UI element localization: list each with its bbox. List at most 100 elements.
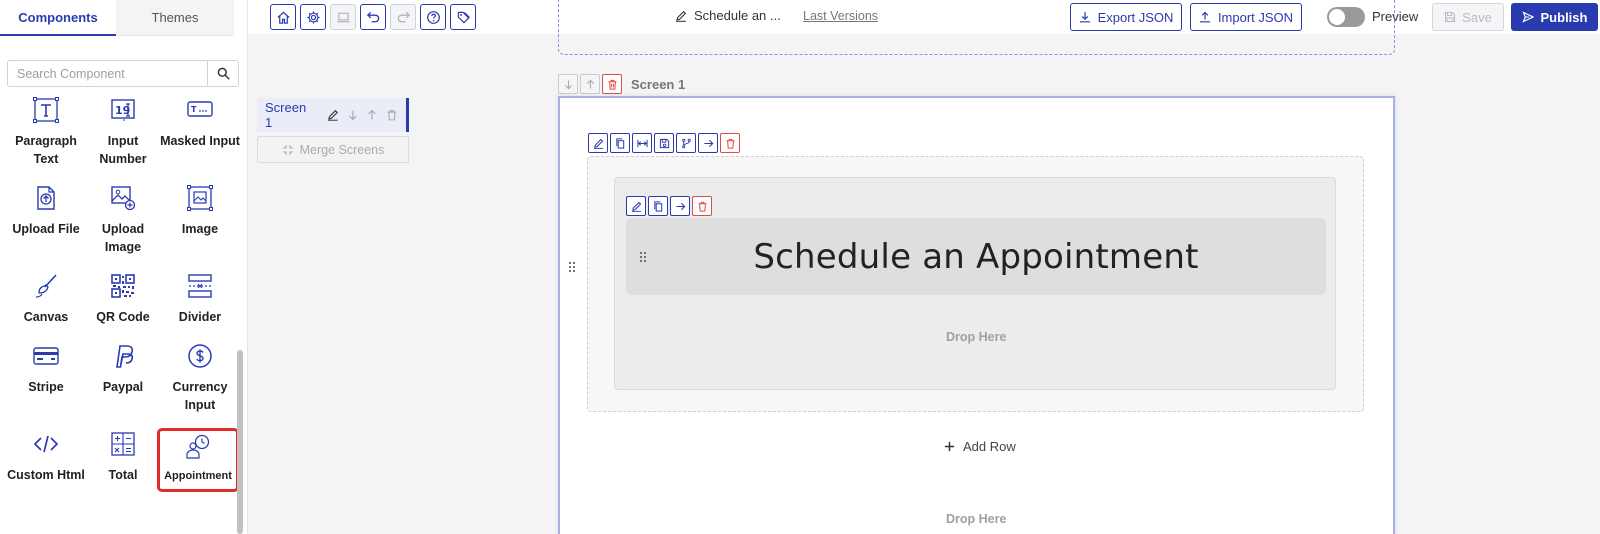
element-delete-button[interactable]	[692, 196, 712, 216]
component-qr-code[interactable]: QR Code	[83, 270, 163, 326]
component-label: Appointment	[164, 470, 232, 482]
heading-element[interactable]: Schedule an Appointment	[626, 218, 1326, 295]
number-input-icon: 19	[111, 99, 135, 121]
screen-move-up-button[interactable]	[580, 74, 600, 94]
trash-icon[interactable]	[386, 109, 398, 121]
redo-icon	[397, 11, 410, 22]
component-upload-image[interactable]: Upload Image	[83, 182, 163, 256]
component-stripe[interactable]: Stripe	[6, 340, 86, 396]
element-edit-button[interactable]	[626, 196, 646, 216]
copy-icon	[653, 200, 662, 212]
row-width-button[interactable]	[632, 133, 652, 153]
element-controls	[626, 196, 712, 216]
element-duplicate-button[interactable]	[648, 196, 668, 216]
help-button[interactable]	[420, 4, 446, 30]
arrow-right-icon	[703, 139, 713, 147]
publish-button[interactable]: Publish	[1511, 3, 1598, 31]
component-label: Paragraph Text	[15, 134, 77, 166]
row-drag-handle-icon[interactable]	[567, 260, 577, 274]
tag-button[interactable]	[450, 4, 476, 30]
component-upload-file[interactable]: Upload File	[6, 182, 86, 238]
element-move-button[interactable]	[670, 196, 690, 216]
edit-icon[interactable]	[327, 109, 339, 121]
add-row-button[interactable]: Add Row	[944, 439, 1016, 454]
component-total[interactable]: Total	[83, 428, 163, 484]
tag-icon	[457, 11, 470, 24]
device-preview-button[interactable]	[330, 4, 356, 30]
component-divider[interactable]: Divider	[160, 270, 240, 326]
heading-text: Schedule an Appointment	[753, 236, 1199, 277]
merge-screens-button[interactable]: Merge Screens	[257, 136, 409, 163]
drop-zone-column[interactable]: Drop Here	[946, 330, 1006, 344]
component-panel: Components Themes Paragraph Text 19 Inpu…	[0, 0, 248, 534]
screen-list-item[interactable]: Screen 1	[257, 98, 409, 132]
tab-themes[interactable]: Themes	[116, 0, 234, 36]
branch-icon	[681, 138, 691, 148]
component-label: Upload File	[12, 222, 80, 236]
screen-delete-button[interactable]	[602, 74, 622, 94]
component-label: Input Number	[99, 134, 147, 166]
arrow-up-icon	[586, 79, 594, 89]
component-masked-input[interactable]: T Masked Input	[160, 94, 240, 150]
row-edit-button[interactable]	[588, 133, 608, 153]
trash-icon	[607, 79, 617, 90]
paypal-icon	[116, 345, 134, 368]
row-duplicate-button[interactable]	[610, 133, 630, 153]
qr-code-icon	[111, 274, 135, 298]
arrow-right-icon	[675, 202, 685, 210]
component-appointment[interactable]: Appointment	[157, 428, 239, 492]
row-save-button[interactable]	[654, 133, 674, 153]
row-controls	[588, 133, 740, 153]
edit-icon	[631, 201, 641, 212]
component-currency-input[interactable]: Currency Input	[160, 340, 240, 414]
component-label: Masked Input	[160, 134, 240, 148]
edit-icon	[593, 138, 603, 149]
row-branch-button[interactable]	[676, 133, 696, 153]
row-move-button[interactable]	[698, 133, 718, 153]
save-icon	[659, 138, 669, 148]
search-component-input[interactable]	[7, 60, 207, 87]
component-label: Total	[108, 468, 138, 482]
save-label: Save	[1462, 9, 1492, 25]
search-button[interactable]	[207, 60, 239, 87]
drop-zone-screen[interactable]: Drop Here	[946, 512, 1006, 526]
panel-tabs: Components Themes	[0, 0, 234, 36]
credit-card-icon	[33, 347, 59, 365]
element-drag-handle-icon[interactable]	[638, 250, 648, 264]
home-button[interactable]	[270, 4, 296, 30]
upload-file-icon	[37, 186, 55, 210]
settings-button[interactable]	[300, 4, 326, 30]
move-up-icon[interactable]	[366, 109, 378, 121]
component-paypal[interactable]: Paypal	[83, 340, 163, 396]
component-canvas[interactable]: Canvas	[6, 270, 86, 326]
component-custom-html[interactable]: Custom Html	[6, 428, 86, 484]
undo-icon	[366, 11, 379, 22]
search-icon	[217, 67, 230, 80]
width-icon	[636, 139, 648, 147]
screen-move-down-button[interactable]	[558, 74, 578, 94]
component-label: Currency Input	[172, 380, 228, 412]
move-down-icon[interactable]	[347, 109, 359, 121]
text-icon	[33, 97, 59, 123]
redo-button[interactable]	[390, 4, 416, 30]
upload-image-icon	[111, 186, 136, 211]
tab-components[interactable]: Components	[0, 0, 116, 36]
gear-icon	[306, 10, 320, 24]
component-image[interactable]: Image	[160, 182, 240, 238]
dollar-icon	[188, 344, 212, 368]
save-button[interactable]: Save	[1432, 3, 1504, 31]
screen-controls: Screen 1	[558, 74, 685, 94]
svg-text:T: T	[191, 105, 197, 114]
publish-label: Publish	[1540, 9, 1588, 25]
appointment-icon	[186, 434, 210, 459]
undo-button[interactable]	[360, 4, 386, 30]
row-delete-button[interactable]	[720, 133, 740, 153]
panel-scrollbar[interactable]	[237, 350, 243, 534]
component-paragraph-text[interactable]: Paragraph Text	[6, 94, 86, 168]
code-icon	[33, 435, 59, 453]
save-icon	[1445, 11, 1456, 23]
brush-icon	[35, 274, 57, 298]
screen-list-label: Screen 1	[265, 100, 307, 130]
merge-screens-label: Merge Screens	[299, 142, 385, 157]
component-input-number[interactable]: 19 Input Number	[83, 94, 163, 168]
